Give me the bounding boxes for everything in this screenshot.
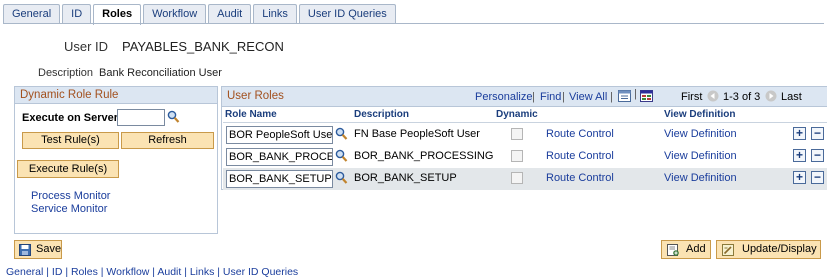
nav-separator: |: [562, 91, 565, 103]
grid-title: User Roles: [227, 90, 284, 102]
add-label: Add: [686, 243, 706, 255]
last-label: Last: [781, 91, 802, 103]
col-dynamic: Dynamic: [496, 109, 538, 120]
search-icon[interactable]: [335, 171, 348, 188]
table-row: BOR_BANK_SETUP BOR_BANK_SETUP Route Cont…: [223, 168, 827, 190]
refresh-button[interactable]: Refresh: [121, 132, 214, 149]
test-rules-button[interactable]: Test Rule(s): [22, 132, 119, 149]
tab-links[interactable]: Links: [253, 4, 297, 24]
view-all-link[interactable]: View All: [569, 91, 607, 103]
plus-icon[interactable]: +: [793, 149, 806, 162]
tab-divider: [3, 23, 824, 24]
dynamic-checkbox[interactable]: [511, 172, 523, 184]
view-definition-link[interactable]: View Definition: [664, 150, 737, 162]
tab-bar: General ID Roles Workflow Audit Links Us…: [3, 4, 398, 25]
route-control-link[interactable]: Route Control: [546, 128, 614, 140]
grid-zoom-icon[interactable]: [618, 90, 631, 105]
process-monitor-link[interactable]: Process Monitor: [31, 190, 110, 202]
execute-rules-button[interactable]: Execute Rule(s): [17, 160, 119, 178]
tab-id[interactable]: ID: [62, 4, 92, 24]
nav-separator: |: [610, 91, 613, 103]
tab-audit[interactable]: Audit: [208, 4, 252, 24]
search-icon[interactable]: [335, 149, 348, 166]
role-description: BOR_BANK_PROCESSING: [354, 150, 494, 162]
minus-icon[interactable]: −: [811, 127, 824, 140]
execute-on-server-label: Execute on Server: [22, 112, 118, 124]
add-button[interactable]: Add: [661, 240, 711, 259]
table-row: BOR_BANK_PROCESSING BOR_BANK_PROCESSING …: [223, 146, 827, 168]
dynamic-checkbox[interactable]: [511, 128, 523, 140]
search-icon[interactable]: [167, 110, 180, 127]
role-name-input[interactable]: BOR PeopleSoft User: [226, 126, 333, 144]
tab-user-id-queries[interactable]: User ID Queries: [298, 4, 396, 24]
nav-separator: |: [634, 88, 637, 100]
tab-roles[interactable]: Roles: [93, 4, 142, 25]
role-name-input[interactable]: BOR_BANK_SETUP: [226, 170, 333, 188]
add-icon: [667, 244, 679, 262]
table-row: BOR PeopleSoft User FN Base PeopleSoft U…: [223, 124, 827, 146]
view-definition-link[interactable]: View Definition: [664, 128, 737, 140]
update-icon: [722, 244, 734, 262]
role-description: FN Base PeopleSoft User: [354, 128, 480, 140]
save-icon: [19, 244, 31, 262]
nav-separator: |: [532, 91, 535, 103]
save-button[interactable]: Save: [14, 240, 62, 259]
search-icon[interactable]: [335, 127, 348, 144]
panel-title: Dynamic Role Rule: [15, 87, 217, 104]
user-id-label: User ID: [64, 39, 109, 54]
update-display-button[interactable]: Update/Display: [716, 240, 821, 259]
role-description: BOR_BANK_SETUP: [354, 172, 457, 184]
dynamic-checkbox[interactable]: [511, 150, 523, 162]
tab-general[interactable]: General: [3, 4, 61, 24]
last-arrow-icon[interactable]: [765, 90, 777, 105]
find-link[interactable]: Find: [540, 91, 561, 103]
download-icon[interactable]: [640, 90, 653, 105]
description-label: Description: [38, 67, 94, 79]
first-label: First: [681, 91, 703, 103]
update-display-label: Update/Display: [742, 243, 817, 255]
first-arrow-icon[interactable]: [707, 90, 719, 105]
bottom-page-links[interactable]: General | ID | Roles | Workflow | Audit …: [6, 266, 298, 278]
save-label: Save: [36, 243, 62, 255]
user-roles-grid: User Roles Personalize | Find | View All…: [221, 86, 827, 190]
grid-header: User Roles Personalize | Find | View All…: [222, 87, 827, 107]
plus-icon[interactable]: +: [793, 171, 806, 184]
minus-icon[interactable]: −: [811, 149, 824, 162]
plus-icon[interactable]: +: [793, 127, 806, 140]
header-divider: [223, 122, 827, 123]
minus-icon[interactable]: −: [811, 171, 824, 184]
route-control-link[interactable]: Route Control: [546, 150, 614, 162]
route-control-link[interactable]: Route Control: [546, 172, 614, 184]
personalize-link[interactable]: Personalize: [475, 91, 532, 103]
col-role-name: Role Name: [225, 109, 277, 120]
col-view-definition: View Definition: [664, 109, 736, 120]
user-id-value: PAYABLES_BANK_RECON: [122, 39, 284, 54]
tab-workflow[interactable]: Workflow: [143, 4, 207, 24]
col-description: Description: [354, 109, 410, 120]
execute-on-server-input[interactable]: [117, 109, 165, 126]
view-definition-link[interactable]: View Definition: [664, 172, 737, 184]
service-monitor-link[interactable]: Service Monitor: [31, 203, 107, 215]
description-value: Bank Reconciliation User: [99, 67, 222, 79]
role-name-input[interactable]: BOR_BANK_PROCESSING: [226, 148, 333, 166]
row-range: 1-3 of 3: [723, 91, 761, 103]
